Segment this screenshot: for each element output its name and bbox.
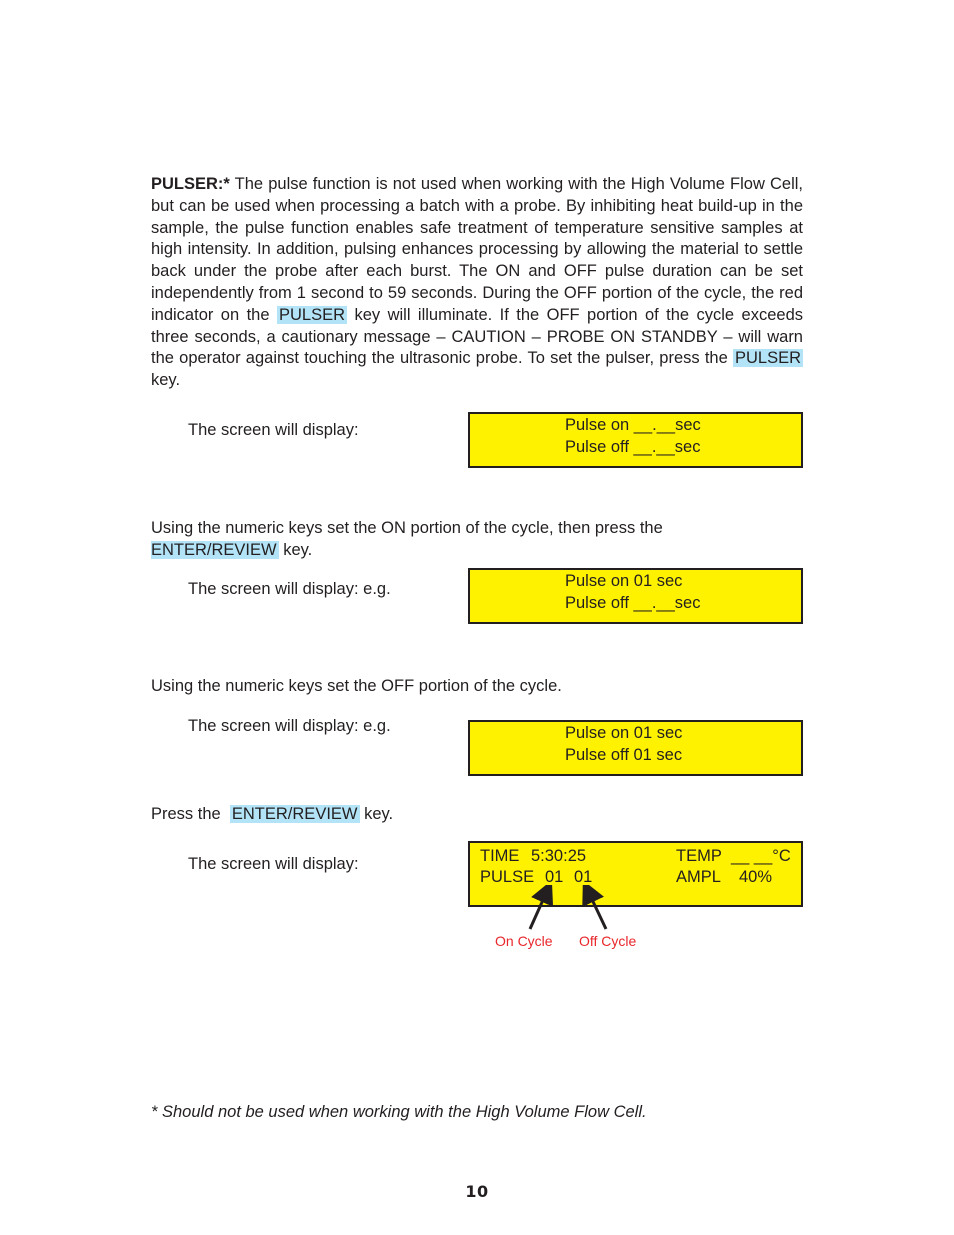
time-value: 5:30:25 xyxy=(531,847,587,865)
lcd-line: Pulse on __.__sec xyxy=(565,416,701,434)
instruction-on-cycle: Using the numeric keys set the ON portio… xyxy=(151,518,663,562)
screen-label: The screen will display: xyxy=(188,855,359,873)
lcd-line: Pulse off 01 sec xyxy=(565,745,683,764)
instruction-end: key. xyxy=(359,805,394,823)
instruction-enter: Press the ENTER/REVIEW key. xyxy=(151,805,393,824)
instruction-text: Press the xyxy=(151,805,226,823)
footnote: * Should not be used when working with t… xyxy=(151,1103,647,1121)
page-number: 10 xyxy=(465,1182,489,1201)
screen-label: The screen will display: e.g. xyxy=(188,580,391,598)
ampl-value: 40% xyxy=(739,868,773,886)
temp-value: __ __°C xyxy=(731,847,791,865)
instruction-end: key. xyxy=(278,540,313,559)
lcd-line: Pulse off __.__sec xyxy=(565,437,701,456)
lcd-line: Pulse on 01 sec xyxy=(565,572,683,590)
on-cycle-arrow-icon xyxy=(528,885,554,930)
enter-review-key-ref: ENTER/REVIEW xyxy=(151,540,279,559)
intro-text-3: key. xyxy=(151,371,181,390)
screen-label: The screen will display: e.g. xyxy=(188,717,391,735)
lcd-line: Pulse off __.__sec xyxy=(565,593,701,612)
enter-review-key-ref: ENTER/REVIEW xyxy=(229,805,360,823)
intro-text-1: The pulse function is not used when work… xyxy=(151,175,803,324)
instruction-text: Using the numeric keys set the ON portio… xyxy=(151,519,663,537)
time-label: TIME xyxy=(480,847,520,865)
ampl-label: AMPL xyxy=(676,868,721,886)
temp-label: TEMP xyxy=(676,847,722,865)
pulser-key-ref: PULSER xyxy=(276,305,348,324)
instruction-off-cycle: Using the numeric keys set the OFF porti… xyxy=(151,677,562,695)
off-cycle-arrow-icon xyxy=(582,885,608,930)
screen-label: The screen will display: xyxy=(188,421,359,439)
off-cycle-label: Off Cycle xyxy=(579,933,637,949)
cycle-arrows xyxy=(528,885,608,930)
pulser-key-ref: PULSER xyxy=(732,349,803,368)
pulser-heading: PULSER:* xyxy=(151,175,230,193)
pulser-description: PULSER:* The pulse function is not used … xyxy=(151,174,803,392)
lcd-line: Pulse on 01 sec xyxy=(565,724,683,742)
lcd-display: Pulse on __.__sec Pulse off __.__sec xyxy=(468,412,803,468)
on-cycle-label: On Cycle xyxy=(495,933,553,949)
lcd-display: Pulse on 01 sec Pulse off __.__sec xyxy=(468,568,803,624)
lcd-display: Pulse on 01 sec Pulse off 01 sec xyxy=(468,720,803,776)
lcd-status-display: TIME 5:30:25 TEMP __ __°C PULSE 01 01 AM… xyxy=(468,841,803,907)
